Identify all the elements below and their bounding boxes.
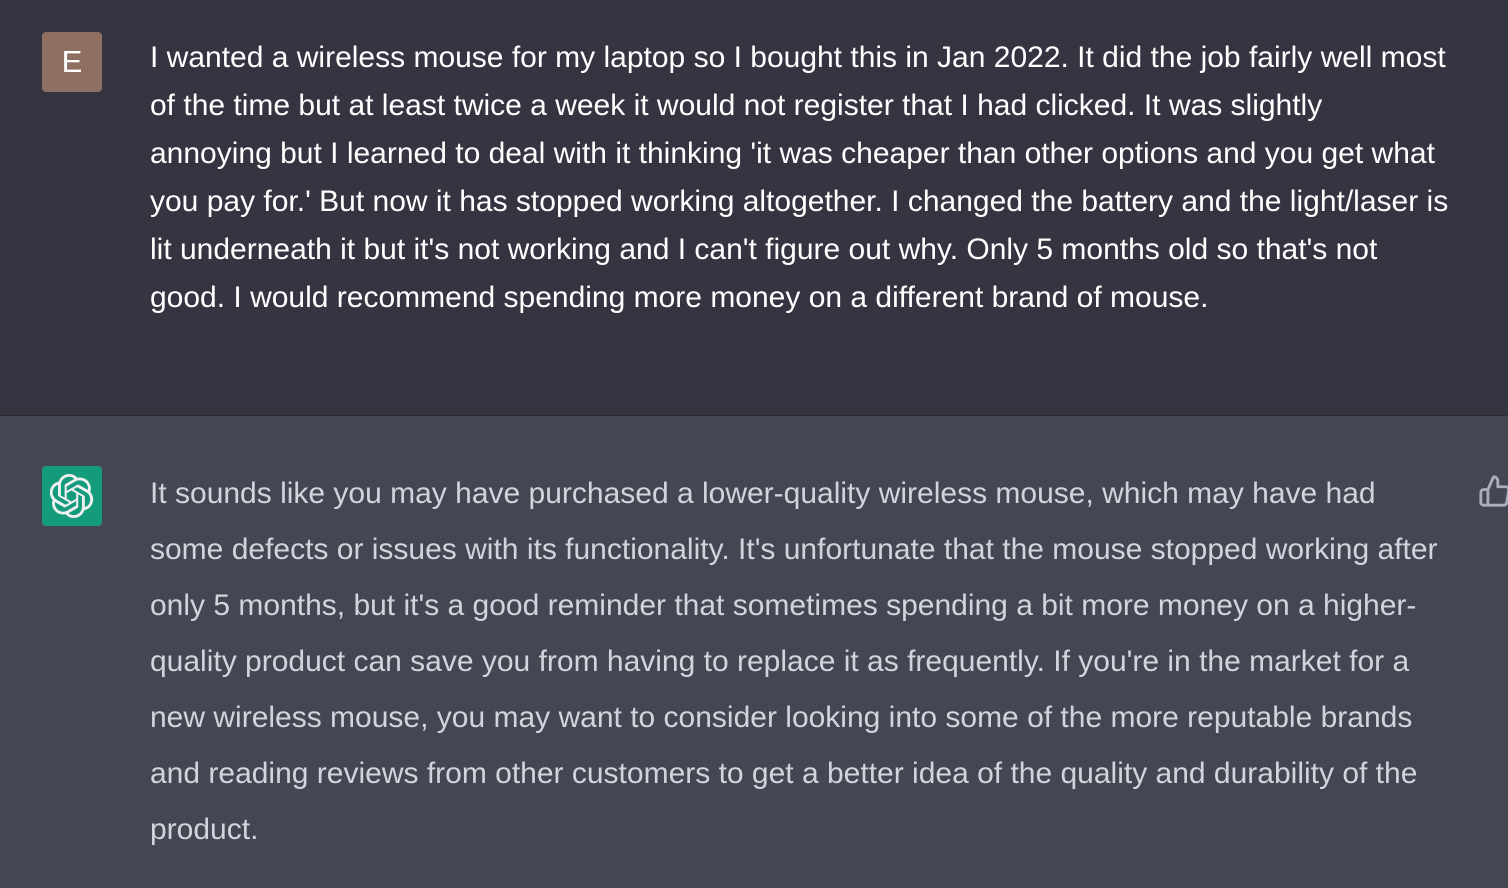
user-avatar: E [42,32,102,92]
assistant-avatar [42,466,102,526]
assistant-message-body: It sounds like you may have purchased a … [150,477,1438,846]
user-message: E I wanted a wireless mouse for my lapto… [0,0,1508,416]
openai-logo-icon [50,474,94,518]
user-message-body: I wanted a wireless mouse for my laptop … [150,41,1449,314]
thumbs-up-icon[interactable] [1478,474,1508,508]
user-avatar-letter: E [61,44,83,79]
chat-thread: E I wanted a wireless mouse for my lapto… [0,0,1508,888]
assistant-message: It sounds like you may have purchased a … [0,416,1508,888]
user-message-text: I wanted a wireless mouse for my laptop … [150,34,1450,322]
assistant-message-text: It sounds like you may have purchased a … [150,466,1450,858]
